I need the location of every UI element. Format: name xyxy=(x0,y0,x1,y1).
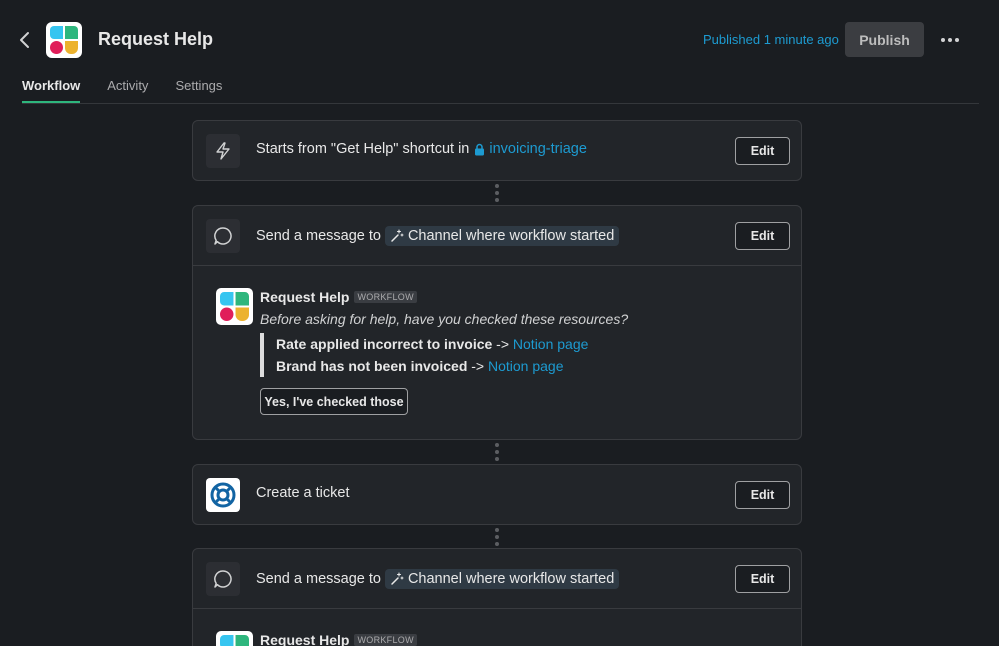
tab-settings[interactable]: Settings xyxy=(175,78,222,101)
step-connector xyxy=(495,443,499,464)
page-title: Request Help xyxy=(98,29,214,49)
variable-pill[interactable]: Channel where workflow started xyxy=(384,569,620,589)
step-description: Send a message to Channel where workflow… xyxy=(256,569,620,589)
app-logo-icon xyxy=(216,288,253,325)
workflow-header: Request Help Published 1 minute ago Publ… xyxy=(0,0,999,80)
edit-button[interactable]: Edit xyxy=(735,222,790,250)
checked-resources-button[interactable]: Yes, I've checked those xyxy=(260,388,408,415)
step-description: Create a ticket xyxy=(256,485,350,501)
preview-intro: Before asking for help, have you checked… xyxy=(260,311,629,327)
more-icon xyxy=(941,38,945,42)
message-bubble-icon xyxy=(206,219,240,253)
edit-button[interactable]: Edit xyxy=(735,481,790,509)
published-status[interactable]: Published 1 minute ago xyxy=(703,32,839,47)
message-preview: Request Help WORKFLOW Before asking for … xyxy=(193,266,801,439)
workflow-badge: WORKFLOW xyxy=(354,291,417,303)
edit-button[interactable]: Edit xyxy=(735,565,790,593)
message-bubble-icon xyxy=(206,562,240,596)
lock-icon xyxy=(475,143,485,155)
tab-divider xyxy=(22,103,979,104)
preview-sender: Request Help WORKFLOW xyxy=(260,632,417,646)
tab-workflow[interactable]: Workflow xyxy=(22,78,81,103)
preview-sender: Request Help WORKFLOW xyxy=(260,289,417,305)
magic-wand-icon xyxy=(391,572,404,585)
edit-button[interactable]: Edit xyxy=(735,137,790,165)
lightning-icon xyxy=(206,134,240,168)
lifebuoy-icon xyxy=(206,478,240,512)
channel-link[interactable]: invoicing-triage xyxy=(474,141,587,157)
step-connector xyxy=(495,184,499,205)
notion-link[interactable]: Notion page xyxy=(488,358,564,374)
tab-bar: Workflow Activity Settings xyxy=(22,78,249,103)
step-connector xyxy=(495,528,499,549)
list-item: Brand has not been invoiced -> Notion pa… xyxy=(276,358,564,374)
step-card-trigger: Starts from "Get Help" shortcut in invoi… xyxy=(192,120,802,181)
back-button[interactable] xyxy=(14,28,36,52)
step-description: Starts from "Get Help" shortcut in invoi… xyxy=(256,141,587,157)
workflow-badge: WORKFLOW xyxy=(354,634,417,646)
message-preview: Request Help WORKFLOW xyxy=(193,609,801,646)
chevron-left-icon xyxy=(20,32,29,48)
tab-activity[interactable]: Activity xyxy=(107,78,148,101)
list-item: Rate applied incorrect to invoice -> Not… xyxy=(276,336,589,352)
publish-button[interactable]: Publish xyxy=(845,22,924,57)
step-card-send-message: Send a message to Channel where workflow… xyxy=(192,205,802,440)
step-card-send-message: Send a message to Channel where workflow… xyxy=(192,548,802,646)
app-logo-icon xyxy=(216,631,253,646)
app-logo-icon xyxy=(46,22,82,58)
notion-link[interactable]: Notion page xyxy=(513,336,589,352)
preview-quote: Rate applied incorrect to invoice -> Not… xyxy=(260,333,588,377)
more-options-button[interactable] xyxy=(934,26,966,54)
step-card-create-ticket: Create a ticket Edit xyxy=(192,464,802,525)
variable-pill[interactable]: Channel where workflow started xyxy=(384,226,620,246)
magic-wand-icon xyxy=(391,229,404,242)
step-description: Send a message to Channel where workflow… xyxy=(256,226,620,246)
